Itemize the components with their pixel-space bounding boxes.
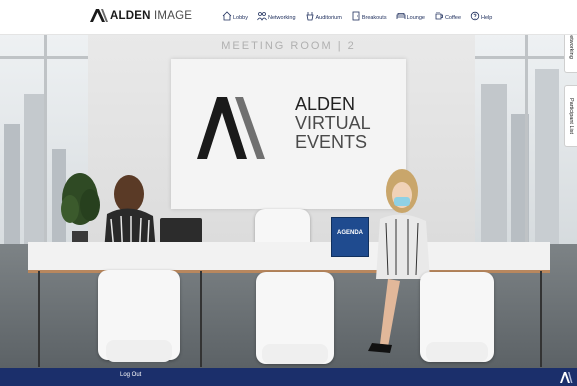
nav-breakouts[interactable]: Breakouts	[351, 11, 387, 21]
bottom-bar: Log Out	[0, 368, 577, 386]
door-icon	[352, 11, 360, 21]
logo-text: ALDEN IMAGE	[110, 10, 192, 22]
city-building	[24, 94, 46, 244]
city-building	[4, 124, 20, 244]
nav-help[interactable]: Help	[470, 11, 492, 21]
nav-auditorium-label: Auditorium	[315, 15, 342, 21]
couch-icon	[396, 13, 405, 19]
chair	[256, 272, 334, 364]
coffee-icon	[435, 12, 443, 20]
nav-coffee-label: Coffee	[444, 15, 462, 21]
chair-seat	[106, 340, 172, 362]
window-frame	[44, 34, 47, 244]
nav-coffee[interactable]: Coffee	[434, 11, 461, 21]
top-navigation-bar: ALDEN IMAGE Lobby Networking Auditorium …	[0, 0, 577, 35]
agenda-card[interactable]: AGENDA	[331, 217, 369, 257]
main-nav: Lobby Networking Auditorium Breakouts Lo…	[222, 11, 492, 21]
nav-lounge[interactable]: Lounge	[396, 11, 425, 21]
chair-seat	[426, 342, 488, 362]
chair	[420, 272, 494, 362]
alden-image-logo[interactable]: ALDEN IMAGE	[90, 9, 192, 22]
alden-brand-logo-icon	[197, 97, 265, 159]
people-icon	[257, 12, 267, 21]
city-building	[535, 69, 559, 244]
brand-line-2: VIRTUAL	[295, 113, 371, 133]
nav-networking[interactable]: Networking	[257, 11, 296, 21]
logo-bold-text: ALDEN	[110, 9, 151, 22]
potted-plant	[61, 173, 100, 249]
nav-breakouts-label: Breakouts	[361, 15, 387, 21]
window-frame	[525, 34, 528, 244]
podium-icon	[306, 12, 314, 21]
conference-table	[28, 242, 550, 273]
alden-corner-logo-icon	[560, 372, 573, 383]
nav-lobby-label: Lobby	[233, 15, 248, 21]
table-leg	[38, 271, 40, 367]
nav-help-label: Help	[481, 15, 493, 21]
table-leg	[200, 271, 202, 367]
networking-tab-label: Networking	[568, 31, 574, 59]
participant-list-side-tab[interactable]: Participant List	[564, 85, 577, 147]
brand-line-1: ALDEN	[295, 94, 356, 114]
home-icon	[222, 11, 232, 21]
chair-seat	[262, 344, 328, 364]
brand-text: ALDEN VIRTUAL EVENTS	[295, 95, 371, 152]
city-building	[481, 84, 507, 244]
nav-lobby[interactable]: Lobby	[222, 11, 248, 21]
meeting-room-scene: MEETING ROOM | 2 ALDEN VIRTUAL EVENTS AG…	[0, 34, 577, 368]
logo-light-text: IMAGE	[154, 9, 193, 22]
alden-logo-icon	[90, 9, 108, 22]
right-window	[475, 34, 577, 244]
participant-list-tab-label: Participant List	[568, 97, 574, 135]
nav-networking-label: Networking	[268, 15, 296, 21]
nav-lounge-label: Lounge	[406, 15, 425, 21]
help-icon	[470, 11, 480, 21]
room-label: MEETING ROOM | 2	[221, 40, 356, 52]
chair	[98, 270, 180, 362]
agenda-label: AGENDA	[336, 230, 363, 236]
table-leg	[540, 271, 542, 367]
nav-auditorium[interactable]: Auditorium	[305, 11, 342, 21]
logout-button[interactable]: Log Out	[120, 372, 141, 378]
brand-line-3: EVENTS	[295, 132, 368, 152]
